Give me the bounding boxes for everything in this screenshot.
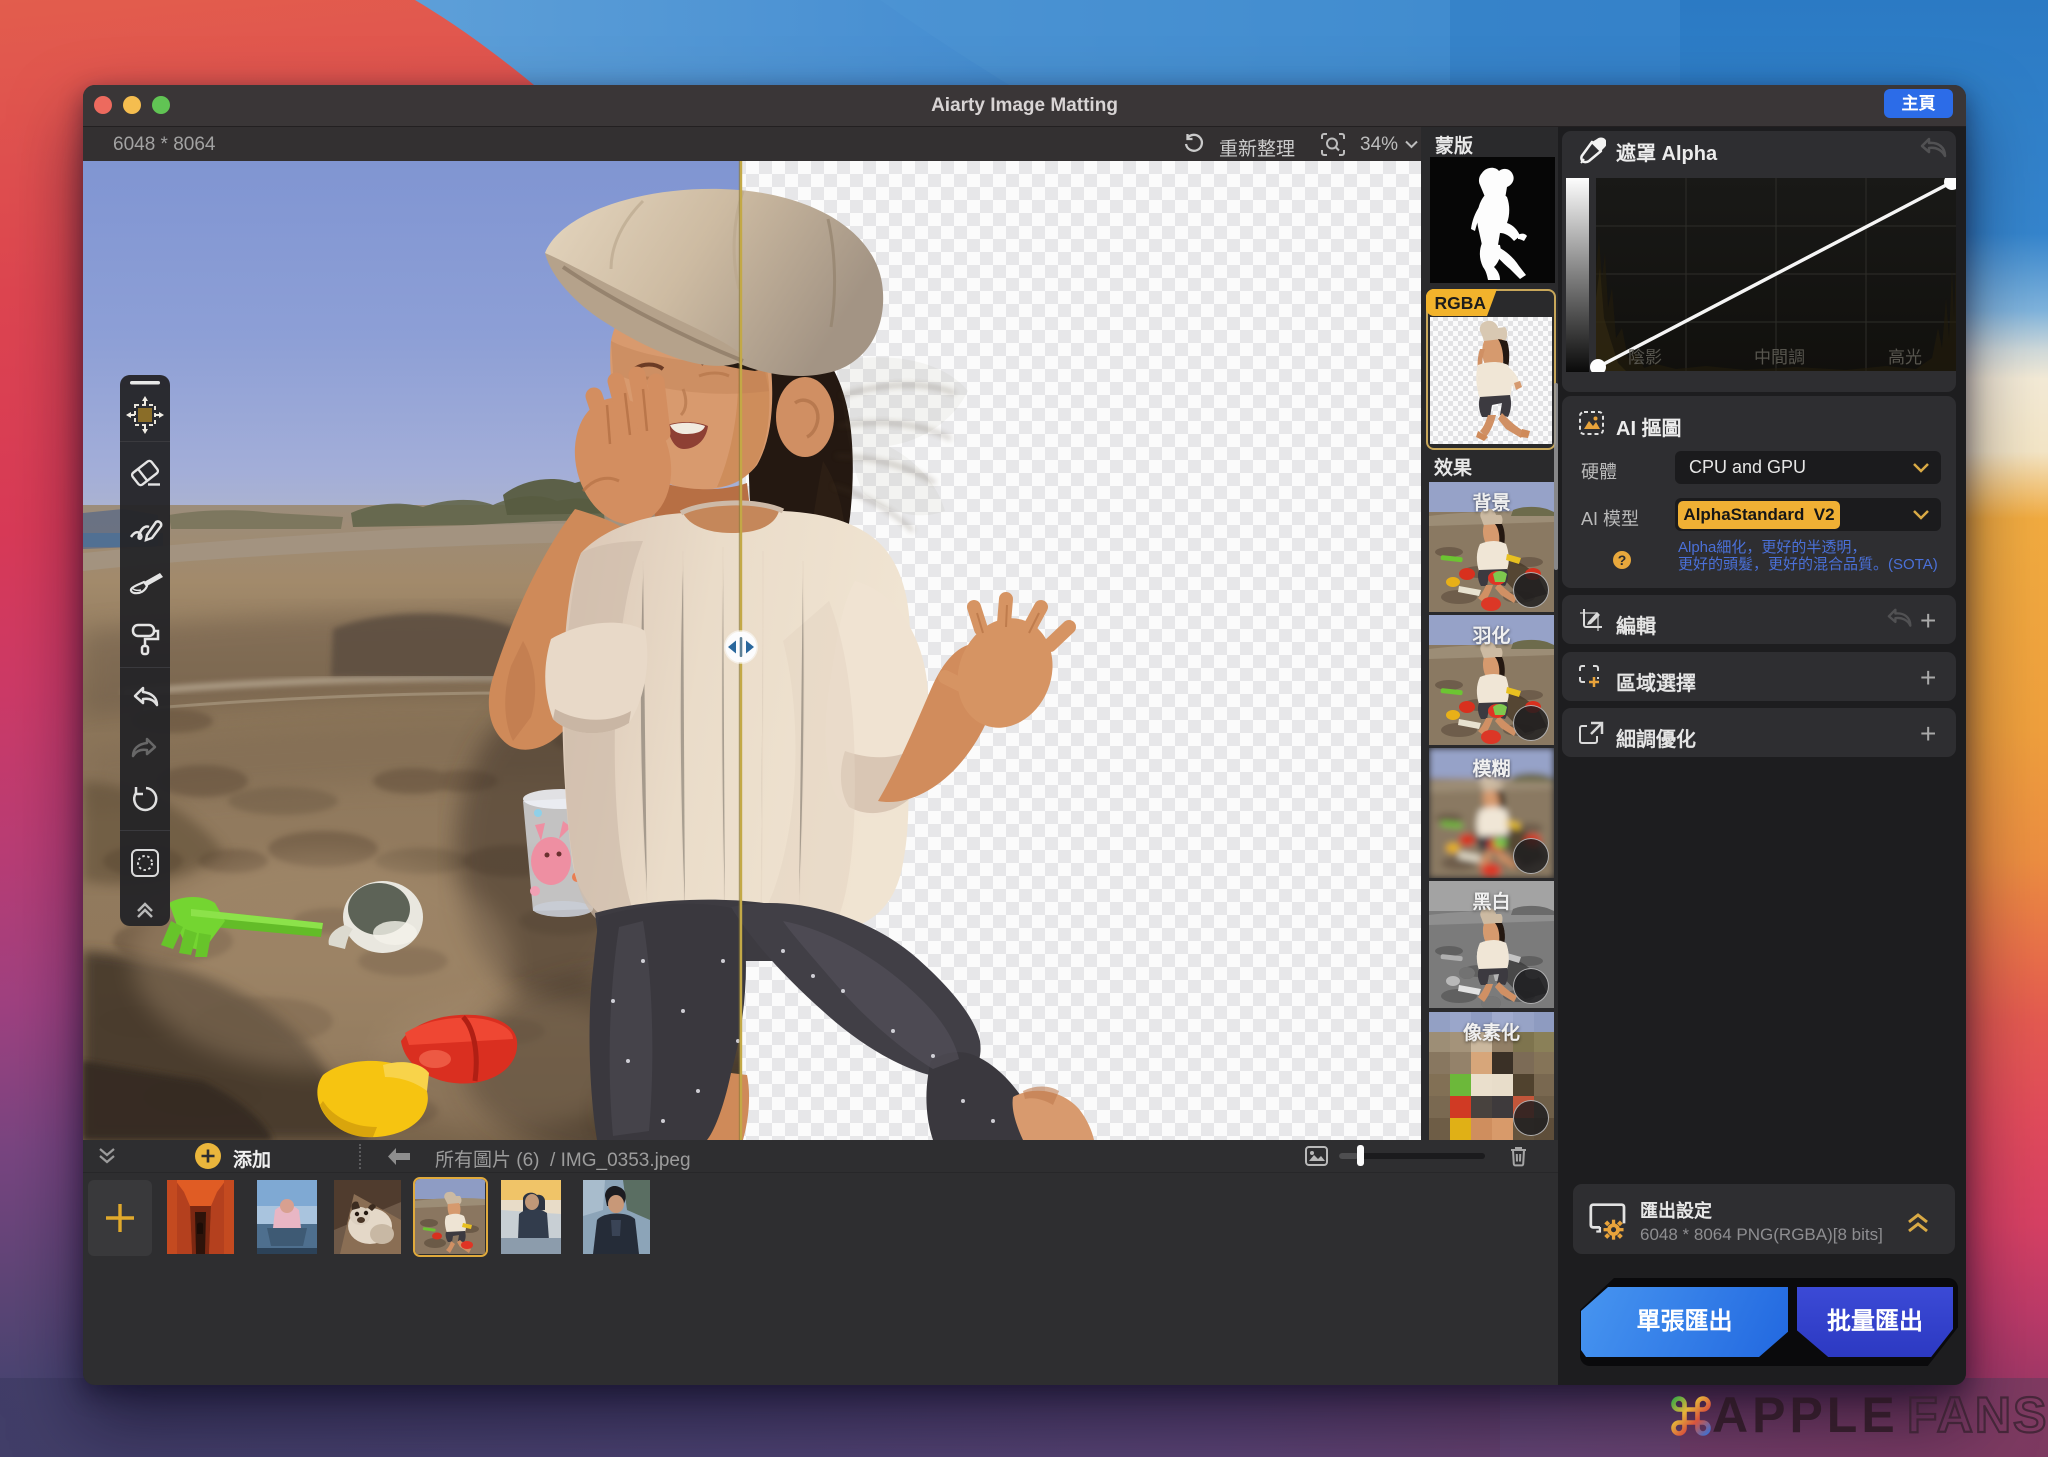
svg-text:高光: 高光 — [1888, 348, 1922, 367]
svg-text:中間調: 中間調 — [1754, 348, 1805, 367]
svg-text:陰影: 陰影 — [1628, 348, 1662, 367]
svg-text:RGBA: RGBA — [1435, 293, 1487, 313]
